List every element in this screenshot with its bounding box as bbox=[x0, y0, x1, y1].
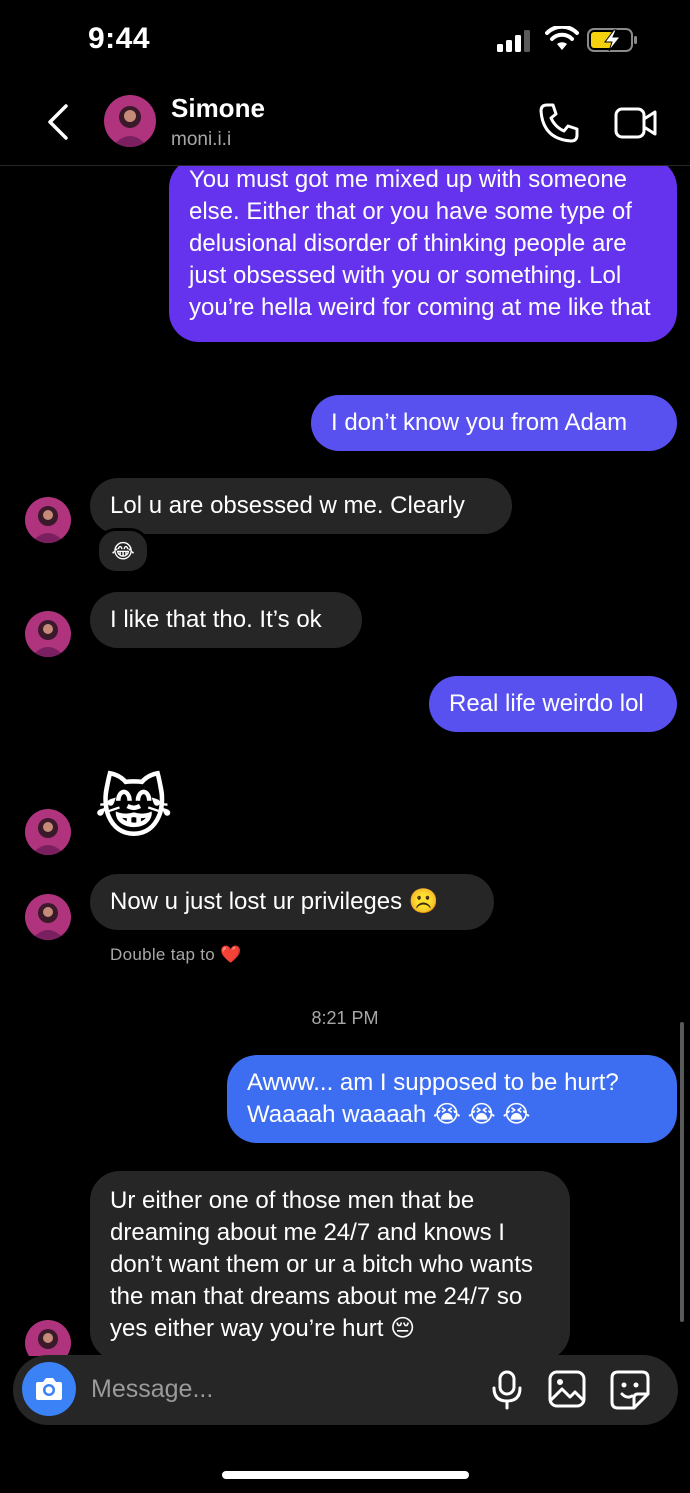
video-call-icon[interactable] bbox=[613, 104, 659, 142]
sent-message[interactable]: Awww... am I supposed to be hurt? Waaaah… bbox=[227, 1055, 677, 1143]
contact-name[interactable]: Simone bbox=[171, 93, 265, 124]
sender-avatar[interactable] bbox=[25, 894, 71, 940]
gallery-icon[interactable] bbox=[548, 1370, 586, 1408]
received-message[interactable]: Ur either one of those men that be dream… bbox=[90, 1171, 570, 1356]
sender-avatar[interactable] bbox=[25, 497, 71, 543]
wifi-icon bbox=[545, 26, 579, 50]
message-text: Now u just lost ur privileges ☹️ bbox=[110, 888, 439, 915]
sender-avatar[interactable] bbox=[25, 809, 71, 855]
message-text: Real life weirdo lol bbox=[449, 690, 644, 717]
message-text: Ur either one of those men that be dream… bbox=[110, 1187, 533, 1342]
message-input[interactable]: Message... bbox=[91, 1375, 213, 1404]
timestamp: 8:21 PM bbox=[311, 1008, 379, 1028]
sticker-icon[interactable] bbox=[610, 1370, 650, 1410]
message-text: Lol u are obsessed w me. Clearly bbox=[110, 492, 465, 519]
message-text: I don’t know you from Adam bbox=[331, 409, 628, 436]
emoji-message[interactable]: 😹 bbox=[94, 766, 173, 850]
back-chevron-icon[interactable] bbox=[44, 102, 72, 142]
contact-avatar[interactable] bbox=[104, 95, 156, 147]
message-reaction[interactable]: 😂 bbox=[96, 528, 150, 574]
reaction-emoji: 😂 bbox=[111, 540, 135, 563]
sent-message[interactable]: I don’t know you from Adam bbox=[311, 395, 677, 451]
home-indicator[interactable] bbox=[222, 1471, 469, 1479]
sent-message[interactable]: Real life weirdo lol bbox=[429, 676, 677, 732]
received-message[interactable]: I like that tho. It’s ok bbox=[90, 592, 362, 648]
double-tap-hint: Double tap to ❤️ bbox=[110, 945, 242, 964]
received-message[interactable]: Lol u are obsessed w me. Clearly bbox=[90, 478, 512, 534]
sent-message[interactable]: You must got me mixed up with someone el… bbox=[169, 166, 677, 342]
message-thread[interactable]: You must got me mixed up with someone el… bbox=[0, 166, 690, 1356]
cellular-signal-icon bbox=[497, 30, 530, 52]
message-text: You must got me mixed up with someone el… bbox=[189, 166, 651, 321]
battery-charging-icon bbox=[587, 28, 637, 52]
camera-button[interactable] bbox=[22, 1362, 76, 1416]
microphone-icon[interactable] bbox=[491, 1370, 523, 1410]
contact-handle: moni.i.i bbox=[171, 129, 232, 150]
sender-avatar[interactable] bbox=[25, 1320, 71, 1356]
status-time: 9:44 bbox=[88, 22, 151, 55]
received-message[interactable]: Now u just lost ur privileges ☹️ bbox=[90, 874, 494, 930]
camera-icon bbox=[36, 1378, 62, 1400]
phone-call-icon[interactable] bbox=[538, 102, 580, 144]
scrollbar[interactable] bbox=[680, 1022, 684, 1322]
message-text: I like that tho. It’s ok bbox=[110, 606, 322, 633]
sender-avatar[interactable] bbox=[25, 611, 71, 657]
message-text: Awww... am I supposed to be hurt? Waaaah… bbox=[247, 1069, 619, 1128]
